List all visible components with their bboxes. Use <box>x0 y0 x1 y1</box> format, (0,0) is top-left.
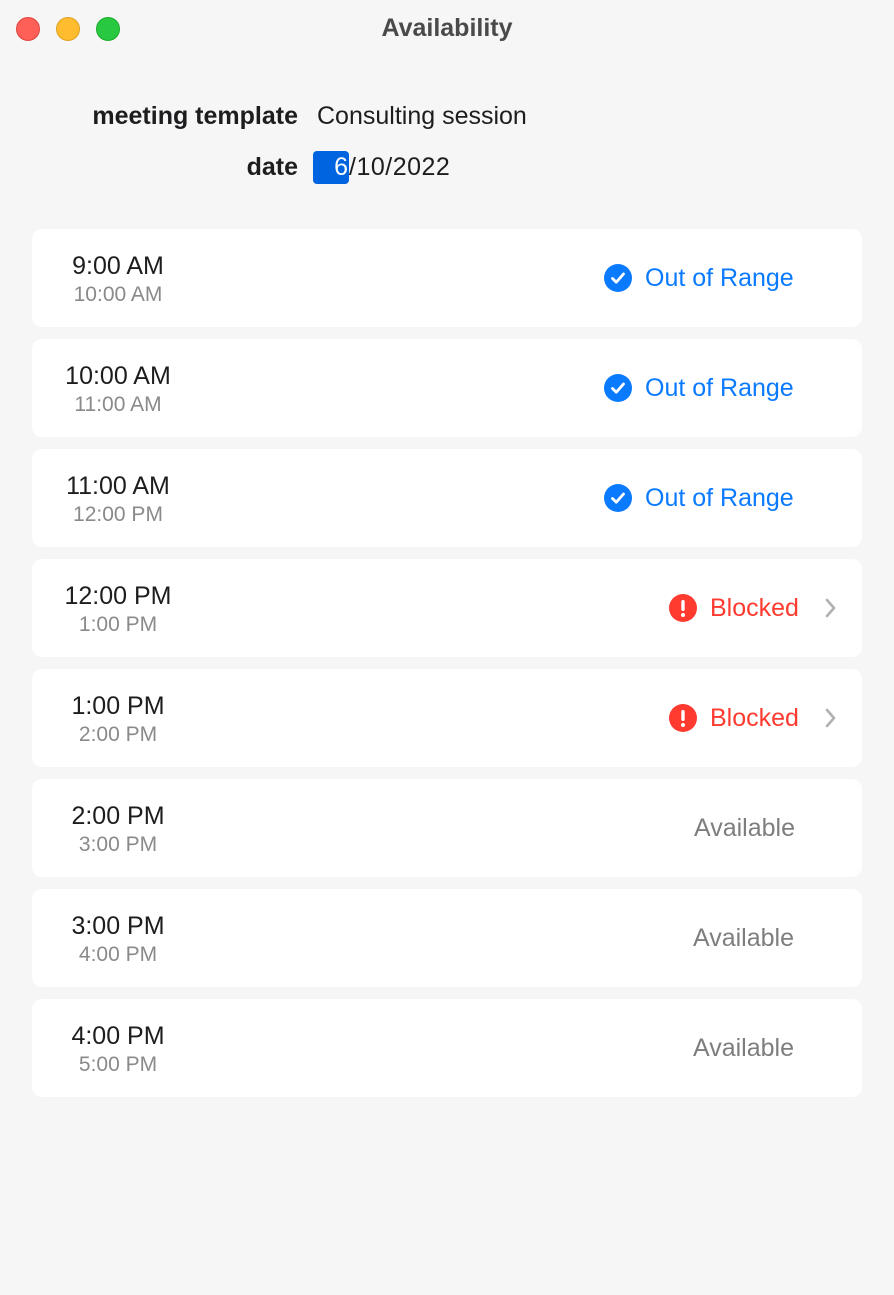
slot-start-time: 2:00 PM <box>71 802 165 830</box>
slot-time-range: 3:00 PM 4:00 PM <box>32 911 204 968</box>
slot-end-time: 2:00 PM <box>78 723 158 746</box>
exclamation-circle-icon <box>669 594 697 622</box>
slot-status-label: Out of Range <box>645 373 794 402</box>
slot-status: Blocked <box>669 559 799 657</box>
slot-end-time: 10:00 AM <box>73 283 163 306</box>
slot-start-time: 12:00 PM <box>64 582 172 610</box>
slot-end-time: 3:00 PM <box>78 833 158 856</box>
slot-status: Available <box>693 889 794 987</box>
slot-status-label: Out of Range <box>645 263 794 292</box>
slot-start-time: 3:00 PM <box>71 912 165 940</box>
date-label: date <box>246 152 298 181</box>
chevron-right-icon[interactable] <box>824 596 838 620</box>
slot-start-time: 1:00 PM <box>71 692 165 720</box>
slot-status-label: Available <box>693 1033 795 1062</box>
slot-end-time: 5:00 PM <box>78 1053 158 1076</box>
slot-end-time: 12:00 PM <box>73 503 163 526</box>
slot-start-time: 4:00 PM <box>71 1022 165 1050</box>
slot-status-label: Out of Range <box>645 483 794 512</box>
meeting-template-row: meeting template Consulting session <box>0 96 894 136</box>
time-slot-row[interactable]: 1:00 PM 2:00 PM Blocked <box>32 669 862 767</box>
meeting-template-label: meeting template <box>92 101 298 130</box>
slot-status: Blocked <box>669 669 799 767</box>
checkmark-circle-icon <box>604 484 632 512</box>
time-slot-row: 10:00 AM 11:00 AM Out of Range <box>32 339 862 437</box>
slot-status: Available <box>694 779 795 877</box>
slot-status-label: Blocked <box>710 703 799 732</box>
time-slot-row[interactable]: 12:00 PM 1:00 PM Blocked <box>32 559 862 657</box>
date-month-segment[interactable]: 6 <box>313 150 349 184</box>
checkmark-circle-icon <box>604 374 632 402</box>
slot-status: Out of Range <box>604 339 794 437</box>
time-slot-row: 4:00 PM 5:00 PM Available <box>32 999 862 1097</box>
exclamation-circle-icon <box>669 704 697 732</box>
slot-status-label: Available <box>693 923 795 952</box>
slot-time-range: 2:00 PM 3:00 PM <box>32 801 204 858</box>
slot-start-time: 9:00 AM <box>72 252 164 280</box>
date-picker-field[interactable]: 6 /10/2022 <box>313 150 450 184</box>
time-slot-row: 3:00 PM 4:00 PM Available <box>32 889 862 987</box>
slot-end-time: 11:00 AM <box>74 393 162 416</box>
slot-time-range: 11:00 AM 12:00 PM <box>32 471 204 528</box>
slot-time-range: 1:00 PM 2:00 PM <box>32 691 204 748</box>
slot-status: Available <box>693 999 794 1097</box>
slot-time-range: 12:00 PM 1:00 PM <box>32 581 204 638</box>
window-title: Availability <box>381 14 513 42</box>
slot-start-time: 10:00 AM <box>65 362 171 390</box>
slot-time-range: 9:00 AM 10:00 AM <box>32 251 204 308</box>
slot-status: Out of Range <box>604 449 794 547</box>
meeting-template-value[interactable]: Consulting session <box>317 102 527 131</box>
slot-status: Out of Range <box>604 229 794 327</box>
slot-time-range: 4:00 PM 5:00 PM <box>32 1021 204 1078</box>
time-slot-row: 9:00 AM 10:00 AM Out of Range <box>32 229 862 327</box>
checkmark-circle-icon <box>604 264 632 292</box>
time-slot-row: 11:00 AM 12:00 PM Out of Range <box>32 449 862 547</box>
time-slot-row: 2:00 PM 3:00 PM Available <box>32 779 862 877</box>
date-row: date 6 /10/2022 <box>0 147 894 187</box>
slot-end-time: 1:00 PM <box>78 613 158 636</box>
slot-time-range: 10:00 AM 11:00 AM <box>32 361 204 418</box>
availability-window: Availability meeting template Consulting… <box>0 0 894 1295</box>
slot-start-time: 11:00 AM <box>66 472 170 500</box>
title-bar: Availability <box>0 0 894 58</box>
slot-status-label: Available <box>694 813 796 842</box>
slot-end-time: 4:00 PM <box>78 943 158 966</box>
date-day-year-segments[interactable]: /10/2022 <box>349 153 450 182</box>
slot-status-label: Blocked <box>710 593 799 622</box>
chevron-right-icon[interactable] <box>824 706 838 730</box>
